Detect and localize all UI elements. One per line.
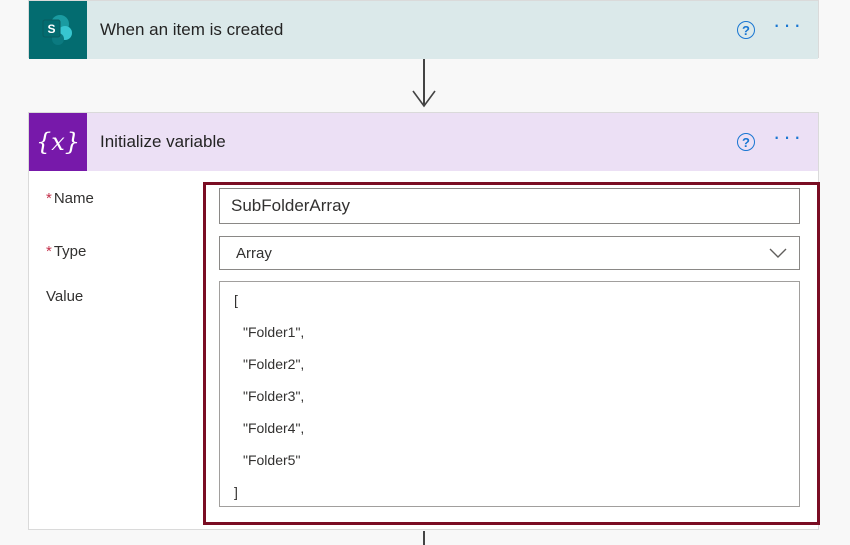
required-marker: * (46, 190, 52, 207)
value-line: "Folder3", (243, 388, 305, 404)
name-label: * Name (46, 190, 94, 207)
value-line: [ (234, 292, 238, 308)
value-line: "Folder2", (243, 356, 305, 372)
type-selected-value: Array (236, 244, 272, 262)
more-options-icon[interactable]: ··· (773, 126, 804, 152)
more-options-icon[interactable]: ··· (773, 14, 804, 40)
chevron-down-icon[interactable] (769, 245, 787, 259)
value-label: Value (46, 288, 84, 305)
type-select[interactable]: Array (219, 236, 800, 270)
value-line: "Folder1", (243, 324, 305, 340)
value-field[interactable]: [ "Folder1", "Folder2", "Folder3", "Fold… (219, 281, 800, 507)
sharepoint-icon: S (29, 1, 87, 59)
trigger-header[interactable]: S When an item is created ? ··· (29, 1, 818, 59)
value-line: ] (234, 484, 238, 500)
variable-icon: {x} (29, 113, 87, 171)
action-title: Initialize variable (100, 132, 226, 151)
type-label: * Type (46, 243, 87, 260)
action-header[interactable]: {x} Initialize variable ? ··· (29, 113, 818, 171)
trigger-title: When an item is created (100, 20, 284, 39)
name-field[interactable]: SubFolderArray (219, 188, 800, 224)
arrow-down-icon (412, 90, 436, 108)
help-icon[interactable]: ? (737, 133, 756, 151)
required-marker: * (46, 243, 52, 260)
value-line: "Folder4", (243, 420, 305, 436)
sharepoint-letter: S (47, 22, 55, 36)
connector-line (423, 531, 425, 545)
value-line: "Folder5" (243, 452, 301, 468)
trigger-card[interactable]: S When an item is created ? ··· (28, 0, 819, 59)
help-icon[interactable]: ? (737, 21, 756, 39)
